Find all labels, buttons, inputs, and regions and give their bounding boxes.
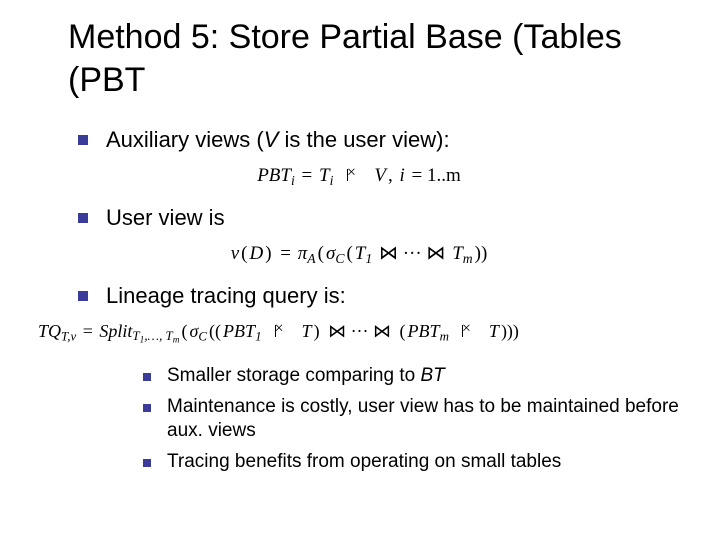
sp3 [266,321,275,341]
sym-eq: = [295,165,319,186]
rp: ) [263,243,273,264]
lp: ( [239,243,249,264]
bullet-text: Auxiliary views (V is the user view): [106,125,450,155]
rp3: ) [312,321,322,341]
sym-T1: T [355,243,366,264]
sym-D: D [249,243,263,264]
lp5: (( [207,321,223,341]
main-bullet-list: Auxiliary views (V is the user view): [78,125,682,155]
s1-em: BT [420,365,444,386]
bullet-auxiliary-views: Auxiliary views (V is the user view): [78,125,682,155]
sub-m: m [463,251,473,266]
formula-lineage: TQT,v = SplitT1,…, Tm(σC((PBT1 × T) ⋈ ··… [38,321,682,346]
text-aux-pre: Auxiliary views ( [106,127,264,152]
sub-1b: 1 [255,328,261,343]
math-lineage: TQT,v = SplitT1,…, Tm(σC((PBT1 × T) ⋈ ··… [38,321,521,341]
sub-Tv: T,v [61,328,76,343]
lp3: ( [344,243,354,264]
main-bullet-list-3: Lineage tracing query is: [78,281,682,311]
sub-bullet-storage: Smaller storage comparing to BT [143,364,682,389]
sub-m2: m [440,328,449,343]
ss-m: m [173,336,180,346]
bullet-icon [78,291,88,301]
ltimes-icon: × [347,169,361,181]
formula-pbt: PBTi = Ti × V, i = 1..m [38,165,682,189]
sub-split: T1,…, Tm [132,328,179,343]
sp5 [453,321,462,341]
sym-dots2: ⋈ ··· ⋈ [322,321,398,341]
sym-comma: , [386,165,400,186]
sym-sigma: σ [326,243,335,264]
sym-T: T [319,165,330,186]
bullet-icon [78,213,88,223]
sym-pbt: PBT [257,165,291,186]
text-aux-post: is the user view): [278,127,449,152]
math-userview: v(D) = πA(σC(T1 ⋈ ··· ⋈ Tm)) [231,243,490,264]
math-pbt: PBTi = Ti × V, i = 1..m [257,165,463,186]
sym-eq3: = [76,321,99,341]
op-space1 [338,165,347,186]
ss-dots: ,…, [144,328,165,343]
lp6: ( [398,321,408,341]
bullet-lineage: Lineage tracing query is: [78,281,682,311]
main-bullet-list-2: User view is [78,203,682,233]
sub-bullet-list: Smaller storage comparing to BT Maintena… [143,364,682,475]
bullet-text: Smaller storage comparing to BT [167,364,445,389]
sym-pi: π [298,243,308,264]
slide: Method 5: Store Partial Base (Tables (PB… [0,0,720,501]
sym-dots: ⋈ ··· ⋈ [372,243,452,264]
sym-PBTm: PBT [408,321,440,341]
sym-Tm: T [452,243,463,264]
text-aux-var: V [264,127,279,152]
bullet-text: Tracing benefits from operating on small… [167,450,561,475]
op-space2 [361,165,370,186]
bullet-text: User view is [106,203,225,233]
ltimes-icon-3: × [462,325,476,337]
sub-bullet-maintenance: Maintenance is costly, user view has to … [143,395,682,444]
s1-pre: Smaller storage comparing to [167,365,420,386]
sym-PBT1: PBT [223,321,255,341]
rp2: )) [473,243,490,264]
sym-TQ: TQ [38,321,61,341]
sub-bullet-tracing: Tracing benefits from operating on small… [143,450,682,475]
sym-range: = 1..m [405,165,463,186]
sub-C2: C [198,328,207,343]
sym-ilbl: i [400,165,405,186]
sym-T3: T [489,321,499,341]
bullet-icon [143,373,151,381]
slide-title: Method 5: Store Partial Base (Tables (PB… [68,16,682,101]
sym-split: Split [99,321,132,341]
bullet-icon [143,404,151,412]
sym-V: V [374,165,386,186]
bullet-text: Maintenance is costly, user view has to … [167,395,682,444]
bullet-icon [143,459,151,467]
sub-i2: i [330,173,334,188]
bullet-icon [78,135,88,145]
formula-userview: v(D) = πA(σC(T1 ⋈ ··· ⋈ Tm)) [38,242,682,267]
sp6 [476,321,485,341]
ss-Tm: T [166,328,173,343]
ltimes-icon-2: × [275,325,289,337]
sub-A: A [307,251,315,266]
sp4 [289,321,298,341]
ss-T1: T [132,328,139,343]
sym-T2: T [302,321,312,341]
lp4: ( [180,321,190,341]
sym-eq2: = [274,243,298,264]
rp4: ))) [499,321,521,341]
bullet-text: Lineage tracing query is: [106,281,346,311]
sym-v: v [231,243,239,264]
bullet-user-view: User view is [78,203,682,233]
lp2: ( [316,243,326,264]
